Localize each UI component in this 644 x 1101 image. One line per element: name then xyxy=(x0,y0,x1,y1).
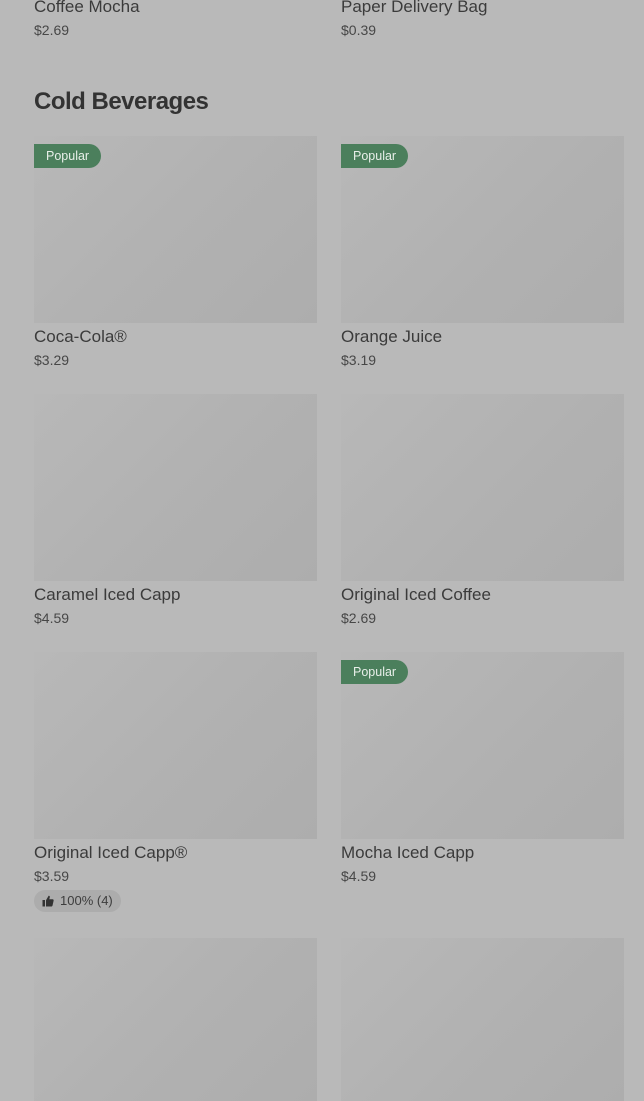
thumbs-up-icon xyxy=(42,895,54,907)
item-price: $3.19 xyxy=(341,352,377,368)
popular-badge: Popular xyxy=(341,660,409,684)
item-price-coffee-mocha: $2.69 xyxy=(34,22,70,38)
section-title: Cold Beverages xyxy=(34,88,209,115)
product-card-image[interactable] xyxy=(341,938,624,1101)
item-price: $4.59 xyxy=(34,610,70,626)
item-name[interactable]: Original Iced Coffee xyxy=(341,585,491,605)
product-card-image[interactable] xyxy=(34,938,317,1101)
item-price: $4.59 xyxy=(341,868,377,884)
popular-badge: Popular xyxy=(341,144,409,168)
item-price: $3.59 xyxy=(34,868,70,884)
product-card-image[interactable] xyxy=(34,394,317,581)
product-card-image[interactable]: Popular xyxy=(34,136,317,323)
item-name[interactable]: Caramel Iced Capp xyxy=(34,585,180,605)
item-name[interactable]: Orange Juice xyxy=(341,327,442,347)
item-name-coffee-mocha[interactable]: Coffee Mocha xyxy=(34,0,140,17)
product-card-image[interactable]: Popular xyxy=(341,136,624,323)
item-price: $2.69 xyxy=(341,610,377,626)
rating-text: 100% (4) xyxy=(60,893,113,908)
rating-badge: 100% (4) xyxy=(34,890,121,912)
popular-badge: Popular xyxy=(34,144,102,168)
item-name[interactable]: Mocha Iced Capp xyxy=(341,843,474,863)
item-name-paper-delivery-bag[interactable]: Paper Delivery Bag xyxy=(341,0,487,17)
product-card-image[interactable] xyxy=(341,394,624,581)
item-name[interactable]: Original Iced Capp® xyxy=(34,843,187,863)
item-name[interactable]: Coca-Cola® xyxy=(34,327,127,347)
item-price-paper-delivery-bag: $0.39 xyxy=(341,22,377,38)
item-price: $3.29 xyxy=(34,352,70,368)
product-card-image[interactable]: Popular xyxy=(341,652,624,839)
product-card-image[interactable] xyxy=(34,652,317,839)
